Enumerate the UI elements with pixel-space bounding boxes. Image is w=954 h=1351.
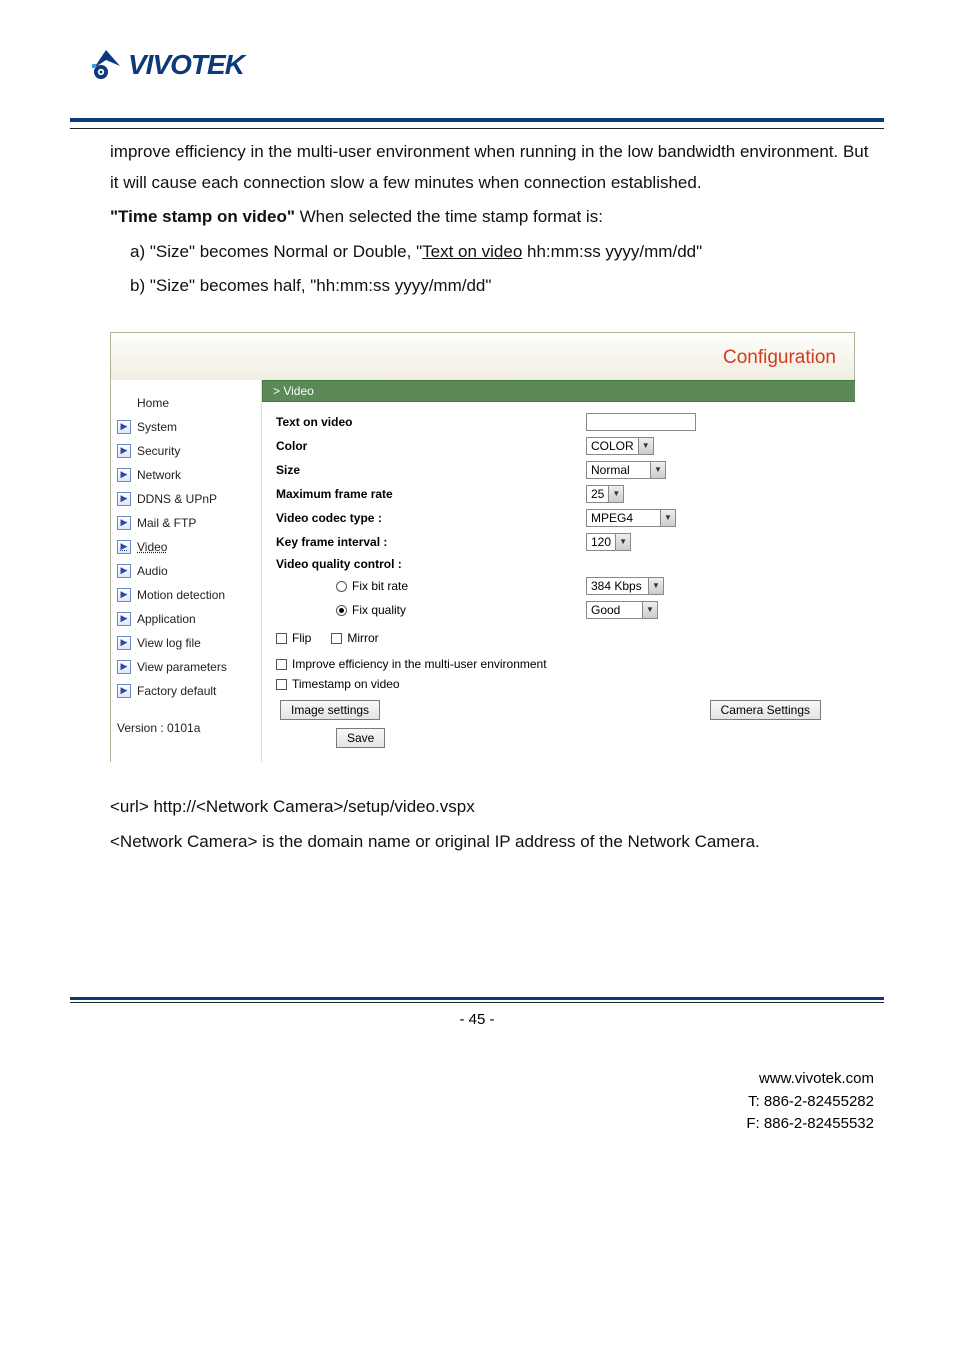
logo: VIVOTEK xyxy=(70,48,884,82)
button-save[interactable]: Save xyxy=(336,728,385,748)
sidebar-item-viewlog[interactable]: ▶View log file xyxy=(115,631,255,655)
arrow-icon: ▶ xyxy=(117,660,131,674)
version-label: Version : 0101a xyxy=(115,703,255,753)
sidebar-item-network[interactable]: ▶Network xyxy=(115,463,255,487)
radio-fixbit-row[interactable]: Fix bit rate xyxy=(336,579,586,593)
arrow-icon: ▶ xyxy=(117,468,131,482)
select-keyframe[interactable]: 120▼ xyxy=(586,533,631,551)
select-size[interactable]: Normal▼ xyxy=(586,461,666,479)
chevron-down-icon: ▼ xyxy=(642,602,657,618)
sidebar: Home ▶System ▶Security ▶Network ▶DDNS & … xyxy=(111,380,261,762)
url-line: <url> http://<Network Camera>/setup/vide… xyxy=(110,792,874,823)
button-camera-settings[interactable]: Camera Settings xyxy=(710,700,821,720)
checkbox-flip[interactable]: Flip xyxy=(276,631,311,645)
page-number: - 45 - xyxy=(70,1003,884,1068)
divider-thick xyxy=(70,118,884,122)
select-codec[interactable]: MPEG4▼ xyxy=(586,509,676,527)
label-text-on-video: Text on video xyxy=(276,415,586,429)
sidebar-item-system[interactable]: ▶System xyxy=(115,415,255,439)
paragraph-timestamp: "Time stamp on video" When selected the … xyxy=(110,202,874,233)
chevron-down-icon: ▼ xyxy=(615,534,630,550)
item-a-post: hh:mm:ss yyyy/mm/dd" xyxy=(522,242,702,261)
sidebar-item-motion[interactable]: ▶Motion detection xyxy=(115,583,255,607)
paragraph-intro: improve efficiency in the multi-user env… xyxy=(110,137,874,198)
footer: - 45 - www.vivotek.com T: 886-2-82455282… xyxy=(70,997,884,1136)
logo-mark-icon xyxy=(90,48,124,82)
footer-fax: F: 886-2-82455532 xyxy=(70,1113,874,1136)
checkbox-icon xyxy=(276,659,287,670)
radio-fixqual-row[interactable]: Fix quality xyxy=(336,603,586,617)
divider-thin xyxy=(70,128,884,129)
select-maxfr[interactable]: 25▼ xyxy=(586,485,624,503)
main-panel: > Video Text on video Color COLOR▼ Size xyxy=(261,380,855,762)
sidebar-item-video[interactable]: ▶Video xyxy=(115,535,255,559)
select-fixbit[interactable]: 384 Kbps▼ xyxy=(586,577,664,595)
label-maxfr: Maximum frame rate xyxy=(276,487,586,501)
chevron-down-icon: ▼ xyxy=(660,510,675,526)
checkbox-timestamp[interactable]: Timestamp on video xyxy=(276,677,400,691)
radio-icon xyxy=(336,581,347,592)
arrow-icon: ▶ xyxy=(117,444,131,458)
sidebar-item-viewparams[interactable]: ▶View parameters xyxy=(115,655,255,679)
item-a-pre: a) "Size" becomes Normal or Double, " xyxy=(130,242,422,261)
sidebar-home[interactable]: Home xyxy=(115,388,255,415)
chevron-down-icon: ▼ xyxy=(638,438,653,454)
label-keyframe: Key frame interval : xyxy=(276,535,586,549)
arrow-icon: ▶ xyxy=(117,420,131,434)
checkbox-improve[interactable]: Improve efficiency in the multi-user env… xyxy=(276,657,547,671)
sidebar-item-audio[interactable]: ▶Audio xyxy=(115,559,255,583)
item-a: a) "Size" becomes Normal or Double, "Tex… xyxy=(110,237,874,268)
label-codec: Video codec type : xyxy=(276,511,586,525)
checkbox-icon xyxy=(276,633,287,644)
footer-tel: T: 886-2-82455282 xyxy=(70,1091,874,1114)
config-header: Configuration xyxy=(110,332,855,380)
chevron-down-icon: ▼ xyxy=(608,486,623,502)
timestamp-rest: When selected the time stamp format is: xyxy=(295,207,603,226)
config-title: Configuration xyxy=(723,347,836,369)
item-b: b) "Size" becomes half, "hh:mm:ss yyyy/m… xyxy=(110,271,874,302)
footer-site: www.vivotek.com xyxy=(70,1068,874,1091)
chevron-down-icon: ▼ xyxy=(648,578,663,594)
arrow-icon: ▶ xyxy=(117,564,131,578)
sidebar-item-security[interactable]: ▶Security xyxy=(115,439,255,463)
arrow-icon: ▶ xyxy=(117,540,131,554)
logo-text: VIVOTEK xyxy=(128,49,244,81)
label-size: Size xyxy=(276,463,586,477)
select-color[interactable]: COLOR▼ xyxy=(586,437,654,455)
checkbox-mirror[interactable]: Mirror xyxy=(331,631,378,645)
arrow-icon: ▶ xyxy=(117,684,131,698)
sidebar-item-mail[interactable]: ▶Mail & FTP xyxy=(115,511,255,535)
item-a-underline: Text on video xyxy=(422,242,522,261)
arrow-icon: ▶ xyxy=(117,492,131,506)
arrow-icon: ▶ xyxy=(117,636,131,650)
radio-icon xyxy=(336,605,347,616)
config-panel: Configuration Home ▶System ▶Security ▶Ne… xyxy=(110,332,855,762)
sidebar-item-factory[interactable]: ▶Factory default xyxy=(115,679,255,703)
input-text-on-video[interactable] xyxy=(586,413,696,431)
arrow-icon: ▶ xyxy=(117,516,131,530)
checkbox-icon xyxy=(276,679,287,690)
chevron-down-icon: ▼ xyxy=(650,462,665,478)
label-quality: Video quality control : xyxy=(276,557,586,571)
arrow-icon: ▶ xyxy=(117,612,131,626)
sidebar-item-application[interactable]: ▶Application xyxy=(115,607,255,631)
checkbox-icon xyxy=(331,633,342,644)
timestamp-bold: "Time stamp on video" xyxy=(110,207,295,226)
label-color: Color xyxy=(276,439,586,453)
section-header: > Video xyxy=(262,380,855,402)
button-image-settings[interactable]: Image settings xyxy=(280,700,380,720)
select-fixqual[interactable]: Good▼ xyxy=(586,601,658,619)
sidebar-item-ddns[interactable]: ▶DDNS & UPnP xyxy=(115,487,255,511)
desc-line: <Network Camera> is the domain name or o… xyxy=(110,827,874,858)
arrow-icon: ▶ xyxy=(117,588,131,602)
